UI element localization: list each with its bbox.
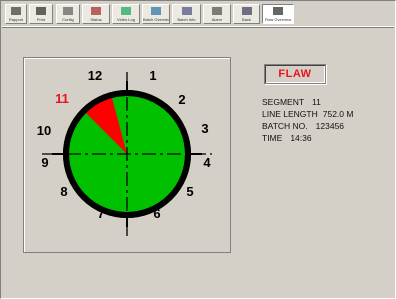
batch-label: BATCH NO.	[262, 121, 308, 131]
clock-number-4: 4	[203, 155, 211, 170]
time-info: TIME 14:36	[262, 133, 312, 143]
toolbar-button-video-log[interactable]: Vidéo Log	[112, 4, 140, 24]
segment-value: 11	[312, 97, 321, 107]
clock-number-1: 1	[149, 68, 156, 83]
clock-number-5: 5	[186, 184, 193, 199]
clock-number-12: 12	[88, 68, 102, 83]
toolbar-button-label: Print	[36, 17, 46, 22]
time-value: 14:36	[290, 133, 312, 143]
alarm-icon	[212, 7, 222, 15]
clock-number-10: 10	[37, 123, 51, 138]
clock-number-6: 6	[153, 206, 160, 221]
toolbar-button-alarm[interactable]: Alarm	[203, 4, 231, 24]
batch-overview-icon	[151, 7, 161, 15]
segment-info: SEGMENT 11	[262, 97, 321, 107]
toolbar-button-label: Rapport	[8, 17, 24, 22]
toolbar-button-label: Config	[62, 17, 74, 22]
line-length-info: LINE LENGTH 752.0 M	[262, 109, 353, 119]
batch-value: 123456	[315, 121, 345, 131]
toolbar-button-report[interactable]: Rapport	[5, 4, 27, 24]
toolbar: Rapport Print Config Status Vidéo Log Batch O…	[2, 2, 394, 27]
clock-number-8: 8	[60, 184, 67, 199]
toolbar-button-label: Back	[242, 17, 251, 22]
toolbar-button-back[interactable]: Back	[233, 4, 260, 24]
toolbar-button-config[interactable]: Config	[56, 4, 80, 24]
toolbar-button-batch-overview[interactable]: Batch Overview	[142, 4, 170, 24]
status-icon	[91, 7, 101, 15]
toolbar-button-printer[interactable]: Print	[29, 4, 53, 24]
clock-number-11: 11	[55, 91, 69, 106]
toolbar-button-flaw-overview[interactable]: Flaw Overview	[262, 4, 294, 24]
toolbar-button-batch-info[interactable]: Batch Info	[172, 4, 201, 24]
video-log-icon	[121, 7, 131, 15]
toolbar-button-status[interactable]: Status	[82, 4, 110, 24]
segment-label: SEGMENT	[262, 97, 305, 107]
flaw-clock-diagram: 12 1234567891011	[37, 68, 212, 236]
printer-icon	[36, 7, 46, 15]
toolbar-button-label: Batch Overview	[143, 17, 169, 22]
config-icon	[63, 7, 73, 15]
time-label: TIME	[262, 133, 283, 143]
toolbar-button-label: Flaw Overview	[264, 17, 292, 22]
clock-number-3: 3	[201, 121, 208, 136]
clock-panel: 12 1 2 3 4 5 6 7 8 9 10 11	[23, 57, 231, 253]
toolbar-button-label: Vidéo Log	[117, 17, 135, 22]
line-length-label: LINE LENGTH	[262, 109, 318, 119]
flaw-indicator: FLAW	[264, 64, 326, 84]
clock-number-7: 7	[97, 206, 104, 221]
clock-number-9: 9	[41, 155, 48, 170]
report-icon	[11, 7, 21, 15]
flaw-overview-icon	[273, 7, 283, 15]
line-length-value: 752.0 M	[322, 109, 354, 119]
batch-info-icon	[181, 7, 192, 15]
toolbar-button-label: Status	[90, 17, 102, 22]
toolbar-button-label: Batch Info	[177, 17, 196, 22]
toolbar-button-label: Alarm	[211, 17, 223, 22]
back-icon	[241, 7, 252, 15]
clock-number-2: 2	[178, 92, 185, 107]
batch-info: BATCH NO. 123456	[262, 121, 344, 131]
